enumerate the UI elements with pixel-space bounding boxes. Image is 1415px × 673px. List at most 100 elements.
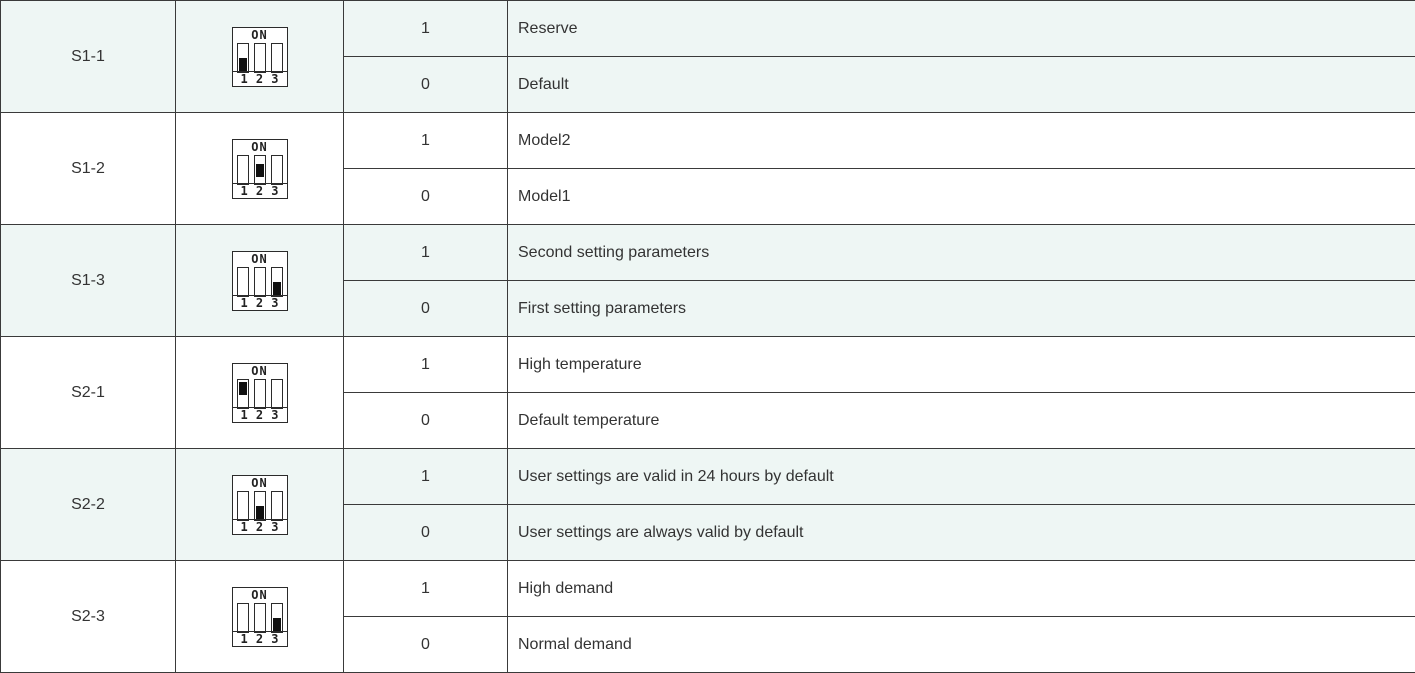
switch-id: S2-3 [1, 561, 176, 673]
dip-slot [254, 603, 266, 633]
dip-slot [271, 491, 283, 521]
table-row: S1-3ON1231Second setting parameters [1, 225, 1415, 281]
setting-description: Reserve [508, 1, 1415, 57]
dip-position-number: 2 [256, 521, 263, 533]
switch-id: S2-1 [1, 337, 176, 449]
dip-on-label: ON [233, 365, 287, 377]
switch-id: S1-2 [1, 113, 176, 225]
dip-slot [271, 603, 283, 633]
setting-description: Normal demand [508, 617, 1415, 673]
dip-position-number: 1 [241, 521, 248, 533]
table-row: S2-3ON1231High demand [1, 561, 1415, 617]
dip-slot [237, 379, 249, 409]
dip-position-number: 1 [241, 297, 248, 309]
dip-slot [237, 603, 249, 633]
table-row: S1-2ON1231Model2 [1, 113, 1415, 169]
setting-description: High temperature [508, 337, 1415, 393]
dip-switch-settings-table: S1-1ON1231Reserve0DefaultS1-2ON1231Model… [0, 0, 1415, 673]
dip-position-number: 3 [271, 297, 278, 309]
setting-description: User settings are always valid by defaul… [508, 505, 1415, 561]
dip-slot [237, 491, 249, 521]
dip-diagram-cell: ON 123 [176, 561, 344, 673]
dip-slot [237, 267, 249, 297]
dip-switch-icon: ON 123 [232, 363, 288, 423]
setting-value: 0 [344, 393, 508, 449]
table-body: S1-1ON1231Reserve0DefaultS1-2ON1231Model… [1, 1, 1415, 673]
setting-value: 1 [344, 1, 508, 57]
dip-position-numbers: 123 [233, 633, 287, 645]
dip-slot [271, 379, 283, 409]
dip-position-number: 2 [256, 185, 263, 197]
dip-knob [273, 618, 281, 631]
setting-value: 0 [344, 505, 508, 561]
table-row: S2-1ON1231High temperature [1, 337, 1415, 393]
setting-description: First setting parameters [508, 281, 1415, 337]
setting-description: Model1 [508, 169, 1415, 225]
dip-switch-icon: ON 123 [232, 139, 288, 199]
setting-value: 0 [344, 57, 508, 113]
setting-value: 1 [344, 113, 508, 169]
dip-slot [254, 155, 266, 185]
switch-id: S2-2 [1, 449, 176, 561]
setting-description: Model2 [508, 113, 1415, 169]
dip-switch-icon: ON 123 [232, 587, 288, 647]
dip-position-number: 1 [241, 409, 248, 421]
dip-position-number: 1 [241, 185, 248, 197]
dip-knob [256, 164, 264, 177]
dip-position-number: 1 [241, 73, 248, 85]
dip-on-label: ON [233, 141, 287, 153]
dip-diagram-cell: ON123 [176, 1, 344, 113]
dip-position-numbers: 123 [233, 521, 287, 533]
dip-position-numbers: 123 [233, 409, 287, 421]
dip-diagram-cell: ON 123 [176, 337, 344, 449]
dip-on-label: ON [233, 477, 287, 489]
dip-diagram-cell: ON 123 [176, 113, 344, 225]
dip-position-number: 3 [271, 633, 278, 645]
table-row: S2-2ON1231User settings are valid in 24 … [1, 449, 1415, 505]
setting-value: 1 [344, 225, 508, 281]
dip-on-label: ON [233, 589, 287, 601]
dip-slot [271, 155, 283, 185]
dip-position-numbers: 123 [233, 73, 287, 85]
dip-slot [254, 267, 266, 297]
setting-value: 0 [344, 281, 508, 337]
dip-slot [237, 43, 249, 73]
dip-position-number: 3 [271, 73, 278, 85]
dip-diagram-cell: ON 123 [176, 449, 344, 561]
dip-switch-icon: ON123 [232, 27, 288, 87]
setting-description: Second setting parameters [508, 225, 1415, 281]
setting-value: 1 [344, 449, 508, 505]
setting-description: Default [508, 57, 1415, 113]
dip-position-numbers: 123 [233, 185, 287, 197]
dip-slot [237, 155, 249, 185]
dip-position-number: 3 [271, 409, 278, 421]
dip-switch-icon: ON 123 [232, 475, 288, 535]
setting-description: Default temperature [508, 393, 1415, 449]
dip-slot [271, 43, 283, 73]
dip-position-number: 2 [256, 633, 263, 645]
switch-id: S1-3 [1, 225, 176, 337]
dip-slot [254, 491, 266, 521]
dip-slot [271, 267, 283, 297]
dip-slot [254, 43, 266, 73]
dip-knob [256, 506, 264, 519]
switch-id: S1-1 [1, 1, 176, 113]
setting-description: User settings are valid in 24 hours by d… [508, 449, 1415, 505]
dip-position-number: 2 [256, 73, 263, 85]
dip-knob [273, 282, 281, 295]
dip-switch-icon: ON 123 [232, 251, 288, 311]
dip-on-label: ON [233, 253, 287, 265]
table-row: S1-1ON1231Reserve [1, 1, 1415, 57]
dip-position-numbers: 123 [233, 297, 287, 309]
setting-value: 0 [344, 169, 508, 225]
dip-position-number: 1 [241, 633, 248, 645]
setting-value: 0 [344, 617, 508, 673]
dip-position-number: 2 [256, 297, 263, 309]
dip-position-number: 3 [271, 521, 278, 533]
setting-description: High demand [508, 561, 1415, 617]
dip-knob [239, 58, 247, 71]
dip-position-number: 3 [271, 185, 278, 197]
dip-slot [254, 379, 266, 409]
dip-knob [239, 382, 247, 395]
setting-value: 1 [344, 561, 508, 617]
